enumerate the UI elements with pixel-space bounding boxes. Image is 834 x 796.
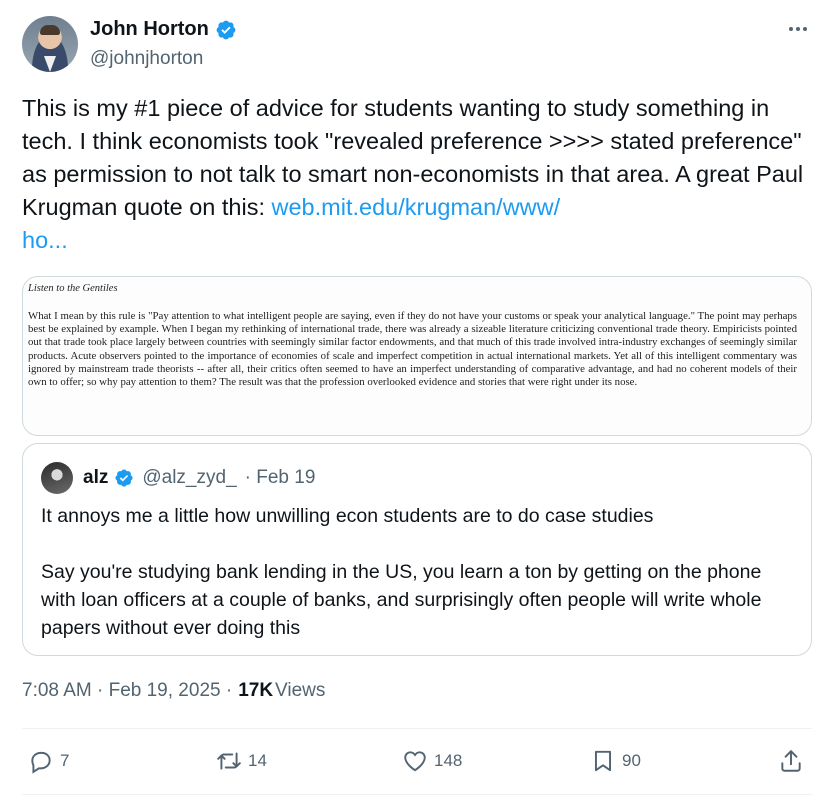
more-options-icon[interactable] — [786, 22, 810, 36]
quoted-tweet-date: · Feb 19 — [244, 467, 316, 488]
reply-icon — [31, 751, 51, 774]
avatar-shirt — [44, 56, 56, 72]
quoted-author-handle: @alz_zyd_ — [142, 467, 237, 488]
quoted-tweet[interactable]: alz @alz_zyd_ · Feb 19 It annoys me a li… — [22, 443, 812, 656]
repost-icon — [217, 752, 241, 770]
like-count: 148 — [434, 751, 463, 770]
quoted-verified-badge-icon — [115, 469, 133, 487]
author-name-line: John Horton — [90, 18, 237, 41]
image-doc-body: What I mean by this rule is "Pay attenti… — [28, 310, 797, 389]
tweet-timestamp[interactable]: 7:08 AM · Feb 19, 2025 · — [22, 680, 232, 702]
share-button[interactable] — [778, 748, 804, 774]
repost-button[interactable]: 14 — [216, 748, 267, 774]
tweet-text: This is my #1 piece of advice for studen… — [22, 92, 812, 257]
author-display-name[interactable]: John Horton — [90, 18, 209, 41]
like-button[interactable]: 148 — [402, 748, 462, 774]
quoted-tweet-text: It annoys me a little how unwilling econ… — [41, 505, 762, 639]
attached-image[interactable]: Listen to the Gentiles What I mean by th… — [22, 276, 812, 436]
verified-badge-icon[interactable] — [215, 19, 237, 41]
reply-count: 7 — [60, 751, 70, 770]
image-doc-title: Listen to the Gentiles — [28, 283, 118, 294]
bookmark-count: 90 — [622, 751, 641, 770]
bookmark-icon — [594, 750, 612, 772]
heart-icon — [404, 751, 426, 772]
bookmark-button[interactable]: 90 — [590, 748, 641, 774]
quoted-author-avatar — [41, 462, 73, 494]
reply-button[interactable]: 7 — [28, 748, 69, 774]
quoted-tweet-header: alz @alz_zyd_ · Feb 19 — [41, 462, 315, 494]
author-avatar[interactable] — [22, 16, 78, 72]
share-icon — [781, 750, 801, 772]
tweet-meta: 7:08 AM · Feb 19, 2025 · 17K Views — [22, 680, 325, 702]
divider-bottom — [22, 794, 812, 795]
quoted-author-name: alz — [83, 467, 109, 488]
views-label: Views — [275, 680, 326, 701]
avatar-hair — [40, 25, 60, 35]
author-handle[interactable]: @johnjhorton — [90, 48, 203, 70]
views-count: 17K — [238, 680, 274, 701]
divider-top — [22, 728, 812, 729]
action-bar: 7 14 148 90 — [22, 740, 812, 784]
tweet-header: John Horton @johnjhorton — [22, 16, 812, 74]
repost-count: 14 — [248, 751, 267, 770]
